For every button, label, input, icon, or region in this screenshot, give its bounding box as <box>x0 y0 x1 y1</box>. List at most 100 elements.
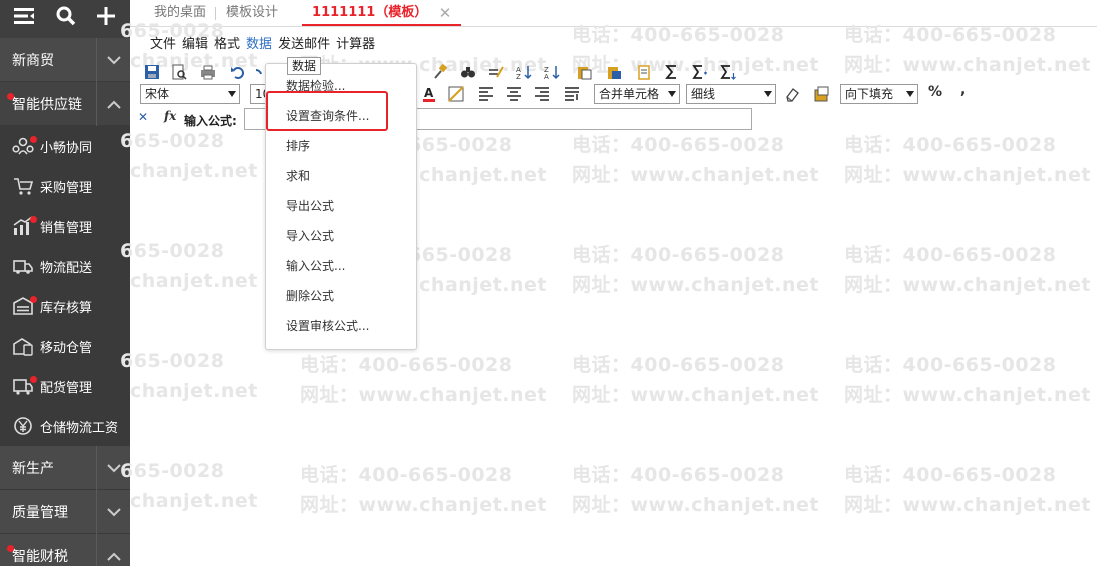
function-icon[interactable]: fx <box>164 109 176 123</box>
font-family-select[interactable]: 宋体 <box>140 84 240 104</box>
thousands-format-button[interactable]: , <box>960 82 965 98</box>
save-icon[interactable] <box>144 64 160 80</box>
sort-asc-icon[interactable]: AZ <box>516 64 532 80</box>
percent-format-button[interactable]: % <box>928 84 942 100</box>
print-icon[interactable] <box>200 64 216 80</box>
section-label: 智能财税 <box>12 548 68 565</box>
section-label: 质量管理 <box>12 504 68 521</box>
sidebar-item-distribution[interactable]: 配货管理 <box>0 366 130 406</box>
replace-icon[interactable] <box>488 64 504 80</box>
tab-template-active[interactable]: 1111111（模板） ✕ <box>302 0 462 26</box>
sidebar-section-production[interactable]: 新生产 <box>0 446 130 490</box>
sidebar-section-supply-chain[interactable]: 智能供应链 <box>0 82 130 126</box>
sidebar-item-mobile-warehouse[interactable]: 移动仓管 <box>0 326 130 366</box>
section-label: 新生产 <box>12 460 54 477</box>
merge-cells-select[interactable]: 合并单元格 <box>594 84 680 104</box>
sidebar-section-finance[interactable]: 智能财税 <box>0 534 130 566</box>
search-icon[interactable] <box>56 6 76 26</box>
paste-icon[interactable] <box>576 64 592 80</box>
watermark-text: 电话：400-665-0028 <box>844 464 1057 486</box>
notification-dot <box>7 93 14 100</box>
sidebar-item-collab[interactable]: 小畅协同 <box>0 126 130 166</box>
menu-edit[interactable]: 编辑 <box>182 33 208 52</box>
watermark-text: 网址：www.chanjet.net <box>844 494 1091 516</box>
font-family-value: 宋体 <box>145 87 170 101</box>
chevron-down-icon[interactable] <box>96 490 130 534</box>
section-label: 智能供应链 <box>12 96 82 113</box>
chevron-up-icon[interactable] <box>96 82 130 126</box>
clipboard-icon[interactable] <box>636 64 652 80</box>
menu-send-email[interactable]: 发送邮件 <box>278 33 330 52</box>
insert-image-icon[interactable] <box>812 85 830 103</box>
menu-item-delete-formula[interactable]: 删除公式 <box>286 287 334 304</box>
align-center-icon[interactable] <box>506 86 522 102</box>
menu-file[interactable]: 文件 <box>150 33 176 52</box>
notification-dot <box>30 136 37 143</box>
align-right-icon[interactable] <box>534 86 550 102</box>
sidebar-item-sales[interactable]: 销售管理 <box>0 206 130 246</box>
format-brush-icon[interactable] <box>432 64 448 80</box>
watermark-text: 电话：400-665-0028 <box>572 464 785 486</box>
menu-item-sum[interactable]: 求和 <box>286 167 310 184</box>
border-style-select[interactable]: 细线 <box>686 84 776 104</box>
watermark-text: 665-0028 <box>120 460 225 482</box>
tab-label: 我的桌面 <box>154 5 207 20</box>
sidebar-item-payroll[interactable]: 仓储物流工资 <box>0 406 130 446</box>
menu-item-set-audit-formula[interactable]: 设置审核公式... <box>286 317 369 334</box>
watermark-text: chanjet.net <box>130 380 258 402</box>
wrap-text-icon[interactable] <box>564 86 580 102</box>
undo-icon[interactable] <box>230 64 246 80</box>
sidebar-item-inventory[interactable]: 库存核算 <box>0 286 130 326</box>
svg-text:A: A <box>544 73 549 80</box>
watermark-text: 网址：www.chanjet.net <box>844 384 1091 406</box>
tab-desktop[interactable]: 我的桌面 <box>144 0 217 26</box>
print-preview-icon[interactable] <box>171 64 187 80</box>
sum-icon[interactable] <box>664 64 680 80</box>
chevron-down-icon[interactable] <box>96 38 130 82</box>
notification-dot <box>7 545 14 552</box>
eraser-icon[interactable] <box>784 86 800 102</box>
mobile-warehouse-icon <box>12 335 34 357</box>
chevron-down-icon[interactable] <box>96 446 130 490</box>
redo-icon[interactable] <box>256 64 262 80</box>
menu-item-sort[interactable]: 排序 <box>286 137 310 154</box>
sidebar-item-logistics[interactable]: 物流配送 <box>0 246 130 286</box>
close-icon[interactable]: ✕ <box>439 0 452 26</box>
menu-data[interactable]: 数据 <box>246 33 272 52</box>
formula-cancel-icon[interactable]: ✕ <box>138 110 148 124</box>
svg-text:Z: Z <box>516 73 521 80</box>
sidebar-section-quality[interactable]: 质量管理 <box>0 490 130 534</box>
border-style-value: 细线 <box>691 87 716 101</box>
menu-calculator[interactable]: 计算器 <box>336 33 375 52</box>
truck-icon <box>12 255 34 277</box>
watermark-text: 电话：400-665-0028 <box>572 354 785 376</box>
menu-item-import-formula[interactable]: 导入公式 <box>286 227 334 244</box>
sidebar: 新商贸 智能供应链 小畅协同 采购管理 销售管理 物流配送 库存核算 移动仓管 … <box>0 0 130 566</box>
chevron-up-icon[interactable] <box>96 534 130 566</box>
find-icon[interactable] <box>460 64 476 80</box>
sidebar-item-label: 配货管理 <box>40 380 93 396</box>
font-color-icon[interactable]: A <box>422 86 436 102</box>
menu-icon[interactable] <box>14 7 36 25</box>
fill-down-select[interactable]: 向下填充 <box>840 84 918 104</box>
menu-item-export-formula[interactable]: 导出公式 <box>286 197 334 214</box>
tab-template-design[interactable]: 模板设计 <box>216 0 288 26</box>
fill-color-icon[interactable] <box>448 86 464 102</box>
sum-row-icon[interactable] <box>692 64 708 80</box>
align-left-icon[interactable] <box>478 86 494 102</box>
sort-desc-icon[interactable]: ZA <box>544 64 560 80</box>
sum-column-icon[interactable] <box>720 64 736 80</box>
tab-label: 模板设计 <box>226 5 279 20</box>
sidebar-toolbar <box>0 0 130 32</box>
menu-format[interactable]: 格式 <box>214 33 240 52</box>
watermark-text: 网址：www.chanjet.net <box>300 494 547 516</box>
menu-item-input-formula[interactable]: 输入公式... <box>286 257 345 274</box>
paste-special-icon[interactable] <box>606 64 622 80</box>
watermark-text: chanjet.net <box>130 270 258 292</box>
sidebar-section-xinshangmao[interactable]: 新商贸 <box>0 38 130 82</box>
cart-icon <box>12 175 34 197</box>
sidebar-item-purchase[interactable]: 采购管理 <box>0 166 130 206</box>
watermark-text: 网址：www.chanjet.net <box>572 274 819 296</box>
watermark-text: 网址：www.chanjet.net <box>844 274 1091 296</box>
add-icon[interactable] <box>96 6 116 26</box>
